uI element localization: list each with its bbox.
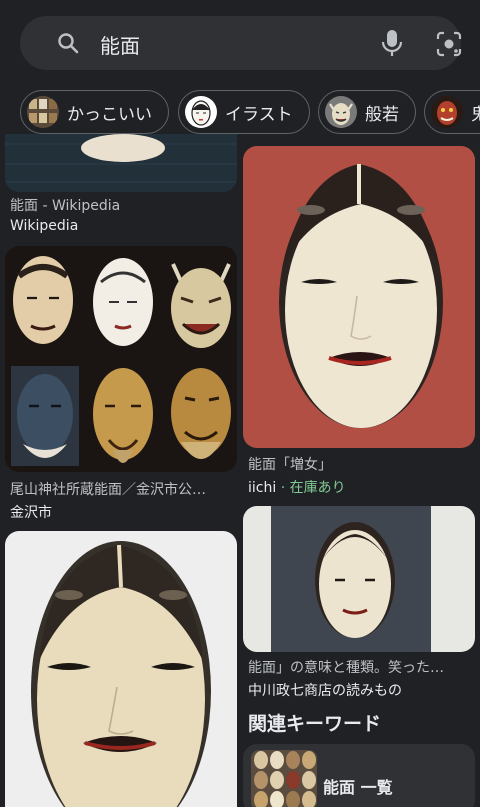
chip-label: 鬼 — [471, 104, 480, 125]
result-title[interactable]: 尾山神社所蔵能面／金沢市公… — [10, 479, 235, 499]
chip-illust[interactable]: イラスト — [178, 90, 310, 134]
chip-thumbnail — [325, 96, 357, 128]
search-bar[interactable]: 能面 — [20, 16, 462, 70]
chip-thumbnail — [27, 96, 59, 128]
chip-thumbnail — [185, 96, 217, 128]
related-heading: 関連キーワード — [248, 713, 382, 735]
result-image-zo-onna[interactable] — [243, 146, 475, 448]
result-source: iichi · 在庫あり — [248, 477, 346, 497]
mic-icon[interactable] — [381, 29, 403, 61]
chip-label: 般若 — [365, 104, 399, 125]
in-stock-badge: 在庫あり — [289, 480, 346, 496]
result-title[interactable]: 能面 - Wikipedia — [10, 195, 235, 215]
chip-thumbnail — [431, 96, 463, 128]
result-source: Wikipedia — [10, 218, 79, 234]
chip-kakkoii[interactable]: かっこいい — [20, 90, 169, 134]
result-image-nakagawa[interactable] — [243, 506, 475, 652]
result-source: 金沢市 — [10, 505, 52, 521]
search-icon[interactable] — [56, 31, 80, 59]
related-thumbnail — [251, 750, 317, 807]
filter-chips: かっこいい イラスト 般若 鬼 — [0, 90, 480, 136]
chip-oni[interactable]: 鬼 — [424, 90, 480, 134]
chip-label: かっこいい — [67, 104, 152, 125]
related-keyword-label: 能面 一覧 — [323, 778, 393, 797]
result-image-oyama-shrine[interactable] — [5, 246, 237, 472]
result-image-wikipedia[interactable] — [5, 134, 237, 192]
chip-label: イラスト — [225, 104, 293, 125]
chip-hannya[interactable]: 般若 — [318, 90, 416, 134]
result-source: 中川政七商店の読みもの — [248, 683, 402, 699]
result-title[interactable]: 能面「増女」 — [248, 454, 473, 474]
result-image-mask-white[interactable] — [5, 531, 237, 807]
result-title[interactable]: 能面」の意味と種類。笑った… — [248, 657, 473, 677]
source-name: iichi — [248, 480, 277, 496]
search-input[interactable]: 能面 — [100, 30, 140, 59]
related-keyword-item[interactable]: 能面 一覧 — [243, 744, 475, 807]
source-separator: · — [276, 480, 290, 496]
lens-icon[interactable] — [436, 31, 462, 61]
